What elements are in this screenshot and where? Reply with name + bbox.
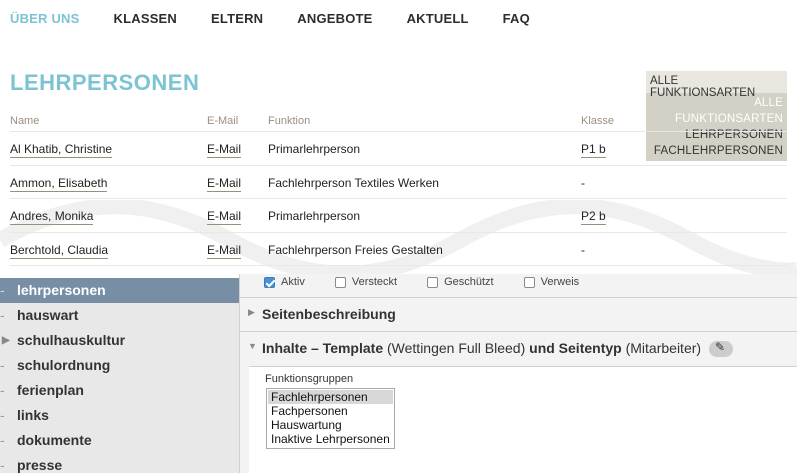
email-link[interactable]: E-Mail [207,242,242,259]
tree-bullet: - [0,282,5,298]
tree-bullet: - [0,382,5,398]
edit-pencil-icon[interactable] [708,340,733,358]
class-link[interactable]: P1 b [581,142,606,158]
tree-item-ferienplan[interactable]: - ferienplan [0,378,239,403]
staff-function: Fachlehrperson Textiles Werken [268,175,439,190]
email-link[interactable]: E-Mail [207,209,242,225]
filter-selected-value[interactable]: ALLE FUNKTIONSARTEN [646,71,787,99]
tree-item-schulordnung[interactable]: - schulordnung [0,353,239,378]
checkbox-versteckt-box[interactable] [334,276,346,288]
table-row: Berchtold, Claudia E-Mail Fachlehrperson… [10,233,787,266]
section-inhalte[interactable]: ▼ Inhalte – Template (Wettingen Full Ble… [240,331,797,363]
checkbox-versteckt[interactable]: Versteckt [334,276,398,288]
tree-item-label: hauswart [17,307,79,323]
checkbox-geschuetzt[interactable]: Geschützt [427,276,494,288]
email-link[interactable]: E-Mail [207,175,242,192]
staff-name-link[interactable]: Berchtold, Claudia [10,242,109,259]
section-title-template: Inhalte – Template [262,340,384,356]
nav-item-faq[interactable]: FAQ [503,11,530,26]
tree-item-label: links [17,407,49,423]
section-title: Seitenbeschreibung [262,306,396,322]
listbox-option[interactable]: Hauswartung [268,418,393,432]
tree-bullet: - [0,407,5,423]
funktionsgruppen-listbox[interactable]: Fachlehrpersonen Fachpersonen Hauswartun… [266,388,395,449]
tree-bullet: - [0,357,5,373]
collapsed-arrow-icon[interactable]: ▶ [248,307,255,318]
table-header: Name E-Mail Funktion Klasse [10,115,787,131]
nav-item-ueber-uns[interactable]: ÜBER UNS [10,11,80,26]
checkbox-label: Geschützt [444,276,494,288]
staff-function: Primarlehrperson [268,209,361,223]
checkbox-aktiv-box[interactable] [264,276,275,288]
checkbox-aktiv[interactable]: Aktiv [264,276,305,288]
listbox-option[interactable]: Inaktive Lehrpersonen [268,432,393,446]
checkbox-verweis-box[interactable] [523,276,535,288]
header-email: E-Mail [207,115,239,127]
expanded-arrow-icon[interactable]: ▼ [248,341,257,351]
page-flags: Aktiv Versteckt Geschützt Verweis [264,276,609,288]
tree-item-label: schulordnung [17,357,111,373]
page-title: LEHRPERSONEN [10,70,200,95]
content-area: Funktionsgruppen Fachlehrpersonen Fachpe… [249,366,797,473]
tree-item-lehrpersonen[interactable]: - lehrpersonen [0,278,239,303]
tree-item-schulhauskultur[interactable]: ▶ schulhauskultur [0,328,239,353]
nav-item-klassen[interactable]: KLASSEN [114,11,178,26]
tree-item-presse[interactable]: - presse [0,453,239,473]
tree-item-label: dokumente [17,432,92,448]
cms-page-tree: - lehrpersonen - hauswart ▶ schulhauskul… [0,278,239,473]
staff-name-link[interactable]: Ammon, Elisabeth [10,175,108,192]
staff-function: Fachlehrperson Freies Gestalten [268,242,443,257]
section-title-pagetype: und Seitentyp [529,340,622,356]
page-settings-panel: Aktiv Versteckt Geschützt Verweis ▶ Seit… [239,274,797,473]
checkbox-verweis[interactable]: Verweis [523,276,580,288]
class-link[interactable]: P2 b [581,209,606,225]
tree-bullet: - [0,307,5,323]
listbox-option[interactable]: Fachlehrpersonen [268,390,393,404]
checkbox-label: Aktiv [281,276,305,288]
tree-item-label: schulhauskultur [17,332,126,348]
expand-triangle-icon[interactable]: ▶ [2,328,10,353]
tree-item-label: lehrpersonen [17,282,106,298]
funktionsgruppen-label: Funktionsgruppen [265,373,354,385]
class-value: - [581,242,585,257]
checkbox-label: Verweis [540,276,580,288]
top-navigation: ÜBER UNS KLASSEN ELTERN ANGEBOTE AKTUELL… [10,11,564,26]
tree-item-hauswart[interactable]: - hauswart [0,303,239,328]
header-funktion: Funktion [268,115,311,127]
template-name: (Wettingen Full Bleed) [383,340,530,356]
checkbox-geschuetzt-box[interactable] [427,276,439,288]
nav-item-aktuell[interactable]: AKTUELL [407,11,469,26]
header-name: Name [10,115,40,127]
pagetype-name: (Mitarbeiter) [621,340,702,356]
tree-bullet: - [0,432,5,448]
table-row: Ammon, Elisabeth E-Mail Fachlehrperson T… [10,166,787,199]
nav-item-angebote[interactable]: ANGEBOTE [297,11,372,26]
tree-item-dokumente[interactable]: - dokumente [0,428,239,453]
header-klasse: Klasse [581,115,615,127]
staff-name-link[interactable]: Al Khatib, Christine [10,142,113,158]
table-row: Andres, Monika E-Mail Primarlehrperson P… [10,199,787,233]
nav-item-eltern[interactable]: ELTERN [211,11,263,26]
tree-bullet: - [0,457,5,473]
class-value: - [581,175,585,190]
section-seitenbeschreibung[interactable]: ▶ Seitenbeschreibung [240,297,797,329]
tree-item-links[interactable]: - links [0,403,239,428]
tree-item-label: ferienplan [17,382,84,398]
staff-table: Name E-Mail Funktion Klasse Al Khatib, C… [10,115,787,266]
checkbox-label: Versteckt [351,276,398,288]
staff-function: Primarlehrperson [268,142,361,156]
email-link[interactable]: E-Mail [207,142,242,158]
table-row: Al Khatib, Christine E-Mail Primarlehrpe… [10,132,787,166]
staff-name-link[interactable]: Andres, Monika [10,209,94,225]
tree-item-label: presse [17,457,63,473]
listbox-option[interactable]: Fachpersonen [268,404,393,418]
